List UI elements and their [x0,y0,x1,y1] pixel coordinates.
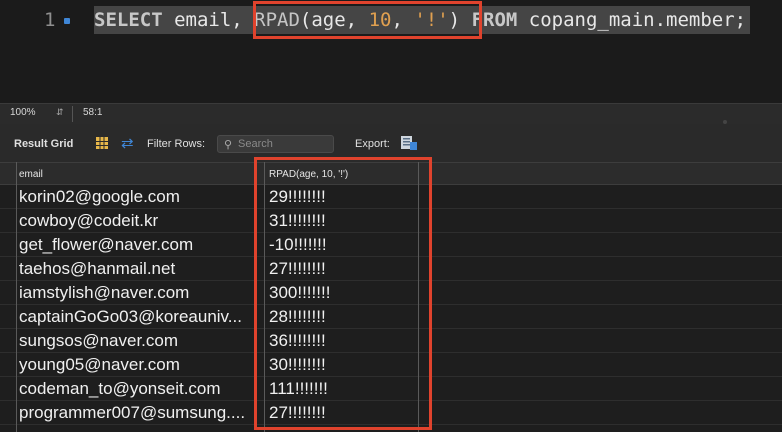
row-marker[interactable] [0,209,16,233]
zoom-level[interactable]: 100% [10,107,36,118]
row-marker[interactable] [0,305,16,329]
query-column: email, [162,9,255,31]
cell-email[interactable]: korin02@google.com [19,185,263,209]
cell-email[interactable]: codeman_to@yonseit.com [19,377,263,401]
cursor-position: 58:1 [83,107,103,118]
cell-email[interactable]: young05@naver.com [19,353,263,377]
search-input[interactable] [238,137,328,151]
rpad-column-highlight-box [254,157,432,430]
row-marker[interactable] [0,281,16,305]
row-marker[interactable] [0,329,16,353]
row-marker[interactable] [0,353,16,377]
cell-email[interactable]: sungsos@naver.com [19,329,263,353]
cell-email[interactable]: programmer007@sumsung.... [19,401,263,425]
column-divider-1[interactable] [16,162,17,432]
cell-email[interactable]: cowboy@codeit.kr [19,209,263,233]
cell-email[interactable]: iamstylish@naver.com [19,281,263,305]
sql-editor[interactable]: 1 SELECT email, RPAD(age, 10, '!') FROM … [0,0,782,103]
column-header-email[interactable]: email [19,169,43,180]
row-marker[interactable] [0,233,16,257]
row-marker[interactable] [0,401,16,425]
divider [72,106,73,122]
result-grid-label[interactable]: Result Grid [14,138,73,150]
cell-email[interactable]: get_flower@naver.com [19,233,263,257]
cell-email[interactable]: taehos@hanmail.net [19,257,263,281]
row-marker[interactable] [0,185,16,209]
line-marker-dot [64,18,70,24]
line-number: 1 [44,9,56,31]
rpad-highlight-box [253,1,482,39]
refresh-icon[interactable]: ⇄ [121,134,134,152]
export-icon[interactable] [401,136,417,150]
export-label: Export: [355,138,390,150]
row-marker[interactable] [0,257,16,281]
filter-search-box[interactable]: ⚲ [217,135,334,153]
row-marker[interactable] [0,377,16,401]
select-keyword: SELECT [94,9,163,31]
editor-status-bar: 100% ⇵ 58:1 [0,103,782,124]
query-table: copang_main.member; [517,9,747,31]
zoom-stepper-icon[interactable]: ⇵ [56,107,64,118]
filter-rows-label: Filter Rows: [147,138,206,150]
search-icon: ⚲ [224,139,233,151]
grid-view-icon[interactable] [96,137,108,149]
pane-indicator-dot [723,120,727,124]
cell-email[interactable]: captainGoGo03@koreauniv... [19,305,263,329]
